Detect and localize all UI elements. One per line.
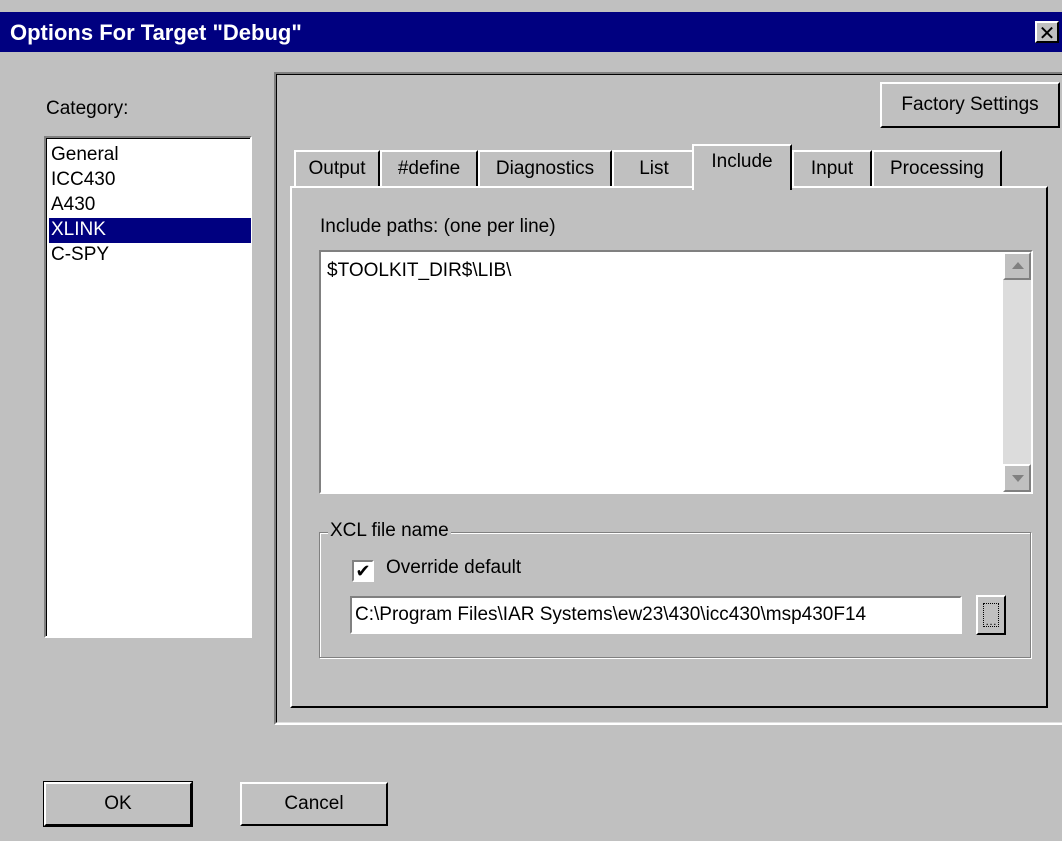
tab-include[interactable]: Include xyxy=(692,144,792,190)
category-item-c-spy[interactable]: C-SPY xyxy=(49,243,251,268)
window-title: Options For Target "Debug" xyxy=(10,20,302,45)
category-item-xlink[interactable]: XLINK xyxy=(49,218,251,243)
category-item-a430[interactable]: A430 xyxy=(49,193,251,218)
ellipsis-icon: … xyxy=(983,603,999,628)
close-button[interactable]: ✕ xyxy=(1035,21,1059,45)
ok-button[interactable]: OK xyxy=(43,781,193,827)
include-paths-text: $TOOLKIT_DIR$\LIB\ xyxy=(327,260,512,281)
browse-button[interactable]: … xyxy=(976,595,1006,635)
options-dialog: Options For Target "Debug" ✕ Category: G… xyxy=(0,0,1062,841)
title-bar[interactable]: Options For Target "Debug" ✕ xyxy=(0,12,1062,52)
scroll-up-arrow-icon xyxy=(1012,262,1024,269)
category-listbox[interactable]: General ICC430 A430 XLINK C-SPY xyxy=(44,136,252,638)
xcl-path-input[interactable]: C:\Program Files\IAR Systems\ew23\430\ic… xyxy=(350,596,962,634)
tab-processing[interactable]: Processing xyxy=(872,150,1002,186)
tab-input[interactable]: Input xyxy=(792,150,872,186)
override-default-checkbox[interactable]: ✔ xyxy=(352,560,374,582)
xcl-group-title: XCL file name xyxy=(328,520,451,542)
override-default-label[interactable]: Override default xyxy=(386,557,521,579)
cancel-button[interactable]: Cancel xyxy=(240,782,388,826)
category-item-general[interactable]: General xyxy=(49,143,251,168)
scroll-down-button[interactable] xyxy=(1003,464,1031,492)
scroll-up-button[interactable] xyxy=(1003,252,1031,280)
tab-define[interactable]: #define xyxy=(380,150,478,186)
tab-output[interactable]: Output xyxy=(294,150,380,186)
tab-diagnostics[interactable]: Diagnostics xyxy=(478,150,612,186)
tab-list[interactable]: List xyxy=(612,150,696,186)
scroll-down-arrow-icon xyxy=(1012,475,1024,482)
include-paths-textarea[interactable]: $TOOLKIT_DIR$\LIB\ xyxy=(319,250,1033,494)
include-paths-label: Include paths: (one per line) xyxy=(320,216,556,237)
category-item-icc430[interactable]: ICC430 xyxy=(49,168,251,193)
category-label: Category: xyxy=(46,98,129,119)
factory-settings-button[interactable]: Factory Settings xyxy=(880,82,1060,128)
checkmark-icon: ✔ xyxy=(355,561,371,581)
browse-ellipsis: … xyxy=(985,614,997,628)
include-paths-scrollbar[interactable] xyxy=(1003,252,1031,492)
xcl-file-name-group: XCL file name ✔ Override default C:\Prog… xyxy=(319,520,1031,658)
close-icon: ✕ xyxy=(1038,23,1056,45)
